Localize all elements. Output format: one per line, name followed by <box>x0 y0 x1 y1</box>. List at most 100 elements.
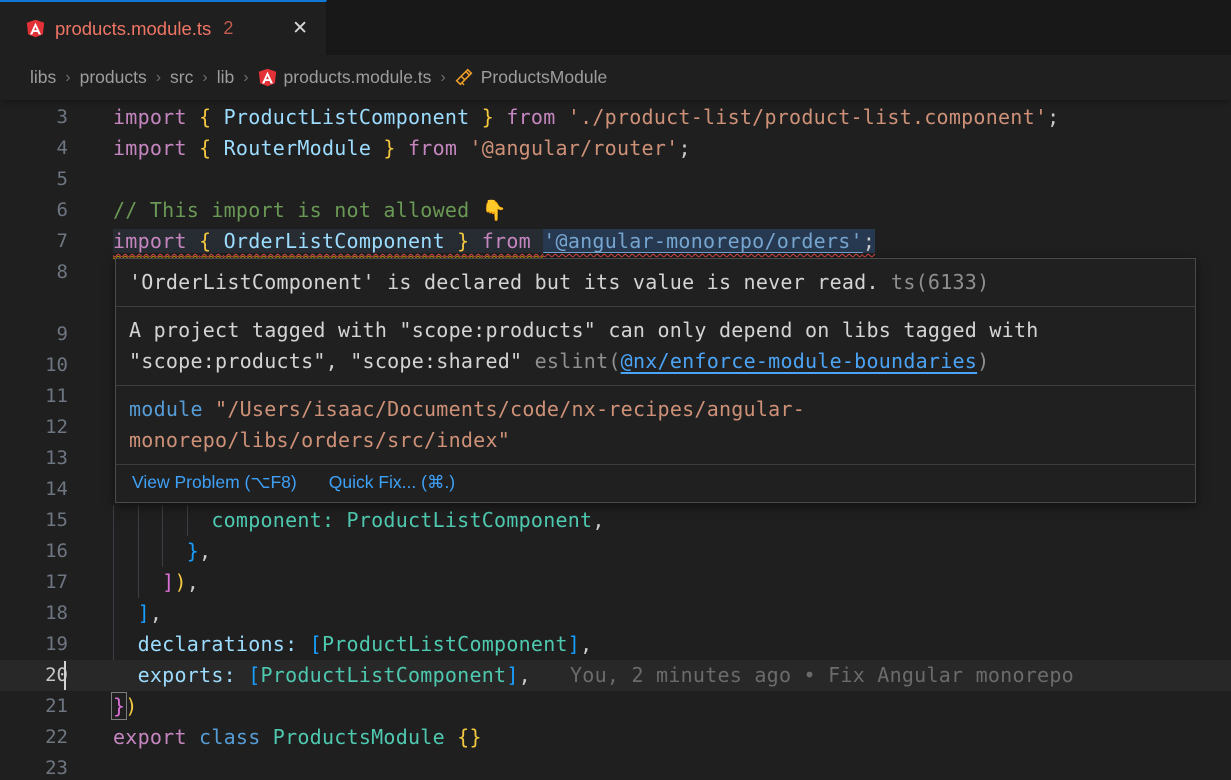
line-number[interactable]: 18 <box>0 598 68 629</box>
hover-message-section: 'OrderListComponent' is declared but its… <box>116 259 1195 306</box>
code-line-content[interactable]: export class ProductsModule {} <box>68 722 1231 753</box>
view-problem-button[interactable]: View Problem (⌥F8) <box>132 472 297 493</box>
indent-guide <box>138 505 139 536</box>
line-number[interactable]: 9 <box>0 319 68 350</box>
breadcrumb-label: products <box>80 67 147 88</box>
code-line-15[interactable]: 15 component: ProductListComponent, <box>0 505 1231 536</box>
indent-guide <box>138 536 139 567</box>
quick-fix-button[interactable]: Quick Fix... (⌘.) <box>329 472 455 493</box>
code-line-3[interactable]: 3import { ProductListComponent } from '.… <box>0 102 1231 133</box>
code-line-16[interactable]: 16 }, <box>0 536 1231 567</box>
code-line-content[interactable] <box>68 164 1231 195</box>
breadcrumb-item-productsmodule[interactable]: ProductsModule <box>455 67 607 88</box>
hover-action-bar: View Problem (⌥F8) Quick Fix... (⌘.) <box>116 464 1195 502</box>
line-number[interactable]: 15 <box>0 505 68 536</box>
code-line-18[interactable]: 18 ], <box>0 598 1231 629</box>
tab-products-module[interactable]: products.module.ts 2 ✕ <box>0 0 327 55</box>
code-line-content[interactable]: }, <box>68 536 1231 567</box>
indent-guide <box>138 567 139 598</box>
code-token: { <box>199 105 224 129</box>
close-icon[interactable]: ✕ <box>288 16 312 41</box>
eslint-rule-link[interactable]: @nx/enforce-module-boundaries <box>621 349 977 373</box>
code-token: from <box>482 229 543 253</box>
code-token: , <box>199 539 211 563</box>
breadcrumb-separator-icon: › <box>243 69 248 87</box>
code-line-content[interactable]: ]), <box>68 567 1231 598</box>
code-line-17[interactable]: 17 ]), <box>0 567 1231 598</box>
line-number[interactable]: 23 <box>0 753 68 780</box>
code-token: ) <box>174 570 186 594</box>
indent-guide <box>113 567 114 598</box>
code-line-19[interactable]: 19 declarations: [ProductListComponent], <box>0 629 1231 660</box>
line-number[interactable]: 4 <box>0 133 68 164</box>
line-number[interactable]: 10 <box>0 350 68 381</box>
tab-dirty-count: 2 <box>223 18 233 39</box>
vscode-window: products.module.ts 2 ✕ libs › products › src… <box>0 0 1231 780</box>
line-number[interactable]: 21 <box>0 691 68 722</box>
breadcrumb: libs›products›src›lib›products.module.ts… <box>0 55 1231 100</box>
code-token: { <box>199 136 224 160</box>
code-line-22[interactable]: 22export class ProductsModule {} <box>0 722 1231 753</box>
code-token <box>113 632 138 656</box>
code-line-21[interactable]: 21}) <box>0 691 1231 722</box>
line-number[interactable]: 17 <box>0 567 68 598</box>
line-number[interactable]: 16 <box>0 536 68 567</box>
line-number[interactable]: 8 <box>0 257 68 319</box>
code-token: {} <box>457 725 482 749</box>
code-token: // This import is not allowed <box>113 198 482 222</box>
line-number[interactable]: 6 <box>0 195 68 226</box>
code-line-23[interactable]: 23 <box>0 753 1231 780</box>
line-number[interactable]: 13 <box>0 443 68 474</box>
breadcrumb-item-src[interactable]: src <box>170 67 193 88</box>
code-line-content[interactable]: import { RouterModule } from '@angular/r… <box>68 133 1231 164</box>
code-line-content[interactable]: }) <box>68 691 1231 722</box>
line-number[interactable]: 22 <box>0 722 68 753</box>
code-token: class <box>199 725 273 749</box>
code-line-content[interactable]: component: ProductListComponent, <box>68 505 1231 536</box>
diagnostic-squiggle-inner: import { OrderListComponent } from <box>113 229 543 253</box>
code-line-content[interactable] <box>68 753 1231 780</box>
code-token: } <box>187 539 199 563</box>
code-line-content[interactable]: exports: [ProductListComponent],You, 2 m… <box>68 660 1231 691</box>
code-line-5[interactable]: 5 <box>0 164 1231 195</box>
indent-guide <box>113 536 114 567</box>
breadcrumb-label: products.module.ts <box>284 67 432 88</box>
line-number[interactable]: 11 <box>0 381 68 412</box>
breadcrumb-item-products-module-ts[interactable]: products.module.ts <box>258 67 432 88</box>
code-token: ] <box>162 570 174 594</box>
code-token: } <box>469 105 506 129</box>
code-line-6[interactable]: 6// This import is not allowed 👇 <box>0 195 1231 226</box>
code-line-content[interactable]: // This import is not allowed 👇 <box>68 195 1231 226</box>
code-line-content[interactable]: ], <box>68 598 1231 629</box>
breadcrumb-item-products[interactable]: products <box>80 67 147 88</box>
line-number[interactable]: 19 <box>0 629 68 660</box>
hover-message-line: "scope:products", "scope:shared" eslint(… <box>129 346 1182 377</box>
line-number[interactable]: 5 <box>0 164 68 195</box>
code-token: } <box>445 229 482 253</box>
code-line-4[interactable]: 4import { RouterModule } from '@angular/… <box>0 133 1231 164</box>
breadcrumb-item-lib[interactable]: lib <box>217 67 235 88</box>
line-number[interactable]: 7 <box>0 226 68 257</box>
indent-guide <box>162 505 163 536</box>
code-line-content[interactable]: declarations: [ProductListComponent], <box>68 629 1231 660</box>
code-token: export <box>113 725 199 749</box>
line-number[interactable]: 20 <box>0 660 68 691</box>
code-token: from <box>408 136 469 160</box>
code-token: eslint( <box>535 349 621 373</box>
breadcrumb-separator-icon: › <box>202 69 207 87</box>
code-line-20[interactable]: 20 exports: [ProductListComponent],You, … <box>0 660 1231 691</box>
code-token: ProductListComponent <box>261 663 507 687</box>
breadcrumb-separator-icon: › <box>156 69 161 87</box>
angular-icon <box>258 68 277 87</box>
code-token: , <box>592 508 604 532</box>
code-line-content[interactable]: import { ProductListComponent } from './… <box>68 102 1231 133</box>
code-token: monorepo/libs/orders/src/index" <box>129 428 510 452</box>
line-number[interactable]: 3 <box>0 102 68 133</box>
code-line-content[interactable]: import { OrderListComponent } from '@ang… <box>68 226 1231 257</box>
line-number[interactable]: 12 <box>0 412 68 443</box>
code-token: ProductListComponent <box>322 632 568 656</box>
code-line-7[interactable]: 7import { OrderListComponent } from '@an… <box>0 226 1231 257</box>
code-token: './product-list/product-list.component' <box>568 105 1047 129</box>
line-number[interactable]: 14 <box>0 474 68 505</box>
breadcrumb-item-libs[interactable]: libs <box>30 67 56 88</box>
